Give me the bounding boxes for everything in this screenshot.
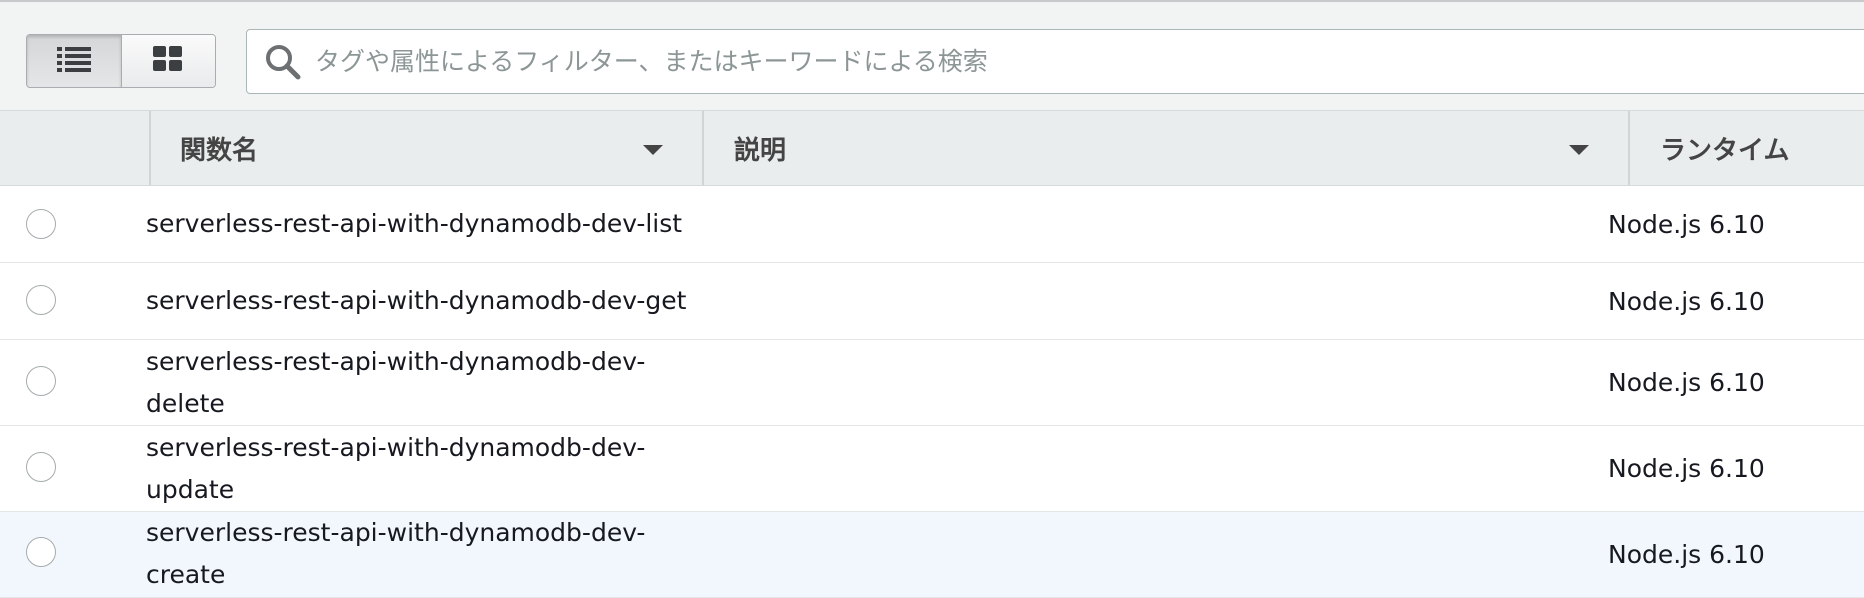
grid-icon	[153, 46, 183, 76]
table-row[interactable]: serverless-rest-api-with-dynamodb-dev-up…	[0, 426, 1864, 512]
search-box[interactable]	[246, 29, 1864, 94]
search-icon	[263, 42, 303, 82]
runtime-value: Node.js 6.10	[1608, 454, 1765, 483]
sort-caret-down-icon[interactable]	[643, 145, 663, 155]
table-row[interactable]: serverless-rest-api-with-dynamodb-dev-ge…	[0, 263, 1864, 340]
row-radio[interactable]	[26, 209, 56, 239]
search-input[interactable]	[313, 46, 1864, 77]
list-view-button[interactable]	[27, 35, 121, 87]
runtime-value: Node.js 6.10	[1608, 210, 1765, 239]
grid-view-button[interactable]	[120, 35, 215, 87]
column-divider	[1628, 111, 1630, 185]
table-row[interactable]: serverless-rest-api-with-dynamodb-dev-cr…	[0, 512, 1864, 598]
column-header-description[interactable]: 説明	[734, 111, 1594, 185]
column-divider	[702, 111, 704, 185]
function-name-link[interactable]: serverless-rest-api-with-dynamodb-dev-cr…	[146, 512, 706, 596]
row-radio[interactable]	[26, 452, 56, 482]
function-name-link[interactable]: serverless-rest-api-with-dynamodb-dev-up…	[146, 427, 706, 511]
runtime-value: Node.js 6.10	[1608, 287, 1765, 316]
toolbar	[0, 0, 1864, 111]
row-radio[interactable]	[26, 366, 56, 396]
column-header-label: 関数名	[180, 135, 259, 166]
lambda-functions-page: 関数名 説明 ランタイム serverless-rest-api-with-dy…	[0, 0, 1864, 598]
runtime-value: Node.js 6.10	[1608, 540, 1765, 569]
function-name-link[interactable]: serverless-rest-api-with-dynamodb-dev-li…	[146, 203, 706, 245]
column-header-label: 説明	[734, 135, 787, 166]
row-radio[interactable]	[26, 285, 56, 315]
column-divider	[149, 111, 151, 185]
column-header-label: ランタイム	[1660, 135, 1790, 166]
sort-caret-down-icon[interactable]	[1569, 145, 1589, 155]
row-radio[interactable]	[26, 537, 56, 567]
view-toggle	[26, 34, 216, 88]
list-icon	[56, 46, 91, 76]
table-row[interactable]: serverless-rest-api-with-dynamodb-dev-li…	[0, 186, 1864, 263]
function-name-link[interactable]: serverless-rest-api-with-dynamodb-dev-ge…	[146, 280, 766, 322]
column-header-runtime[interactable]: ランタイム	[1660, 111, 1860, 185]
runtime-value: Node.js 6.10	[1608, 368, 1765, 397]
table-header: 関数名 説明 ランタイム	[0, 111, 1864, 186]
column-header-function-name[interactable]: 関数名	[180, 111, 700, 185]
table-row[interactable]: serverless-rest-api-with-dynamodb-dev-de…	[0, 340, 1864, 426]
function-name-link[interactable]: serverless-rest-api-with-dynamodb-dev-de…	[146, 341, 706, 425]
